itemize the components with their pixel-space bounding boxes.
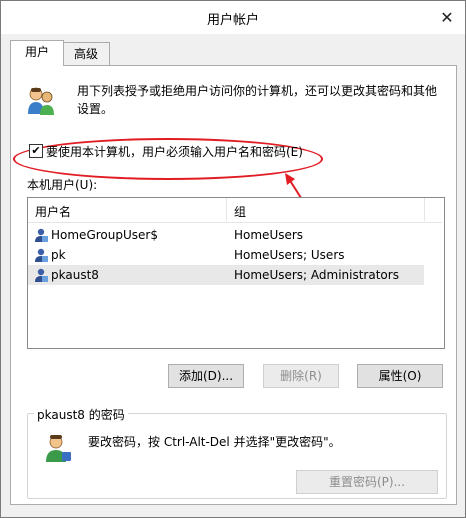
password-groupbox: pkaust8 的密码 要改密码，按 Ctrl-Alt-Del 并选择"更改密码… (27, 406, 447, 499)
title-bar: 用户帐户 ✕ (1, 1, 465, 34)
table-row[interactable]: HomeGroupUser$ HomeUsers (28, 225, 424, 245)
user-icon (35, 248, 48, 262)
password-groupbox-title: pkaust8 的密码 (34, 406, 128, 423)
user-password-icon (46, 435, 71, 462)
remove-user-button[interactable]: 删除(R) (263, 364, 339, 388)
close-icon: ✕ (440, 7, 454, 27)
tab-users[interactable]: 用户 (10, 40, 64, 66)
row-username: pkaust8 (51, 268, 99, 282)
user-accounts-window: 用户帐户 ✕ 用户 高级 用下列表授予或拒绝用户访问你的计算机，还可以更改其密码… (0, 0, 466, 518)
column-header-username[interactable]: 用户名 (35, 203, 71, 220)
user-icon (35, 228, 48, 242)
reset-password-button[interactable]: 重置密码(P)... (296, 470, 438, 494)
table-row[interactable]: pk HomeUsers; Users (28, 245, 424, 265)
row-group: HomeUsers; Administrators (234, 268, 399, 282)
column-divider (424, 198, 425, 221)
users-tab-panel: 用下列表授予或拒绝用户访问你的计算机，还可以更改其密码和其他设置。 ✔ 要使用本… (10, 65, 457, 505)
password-instructions: 要改密码，按 Ctrl-Alt-Del 并选择"更改密码"。 (88, 435, 341, 449)
require-login-row[interactable]: ✔ 要使用本计算机，用户必须输入用户名和密码(E) (29, 143, 303, 159)
table-row[interactable]: pkaust8 HomeUsers; Administrators (28, 265, 424, 285)
column-divider (226, 198, 227, 221)
require-login-label: 要使用本计算机，用户必须输入用户名和密码(E) (46, 144, 303, 159)
tab-advanced[interactable]: 高级 (62, 42, 110, 66)
intro-text: 用下列表授予或拒绝用户访问你的计算机，还可以更改其密码和其他设置。 (77, 84, 438, 116)
close-button[interactable]: ✕ (435, 6, 459, 28)
user-icon (35, 268, 48, 282)
local-users-label: 本机用户(U): (27, 178, 98, 192)
window-title: 用户帐户 (206, 13, 259, 28)
users-listview[interactable]: 用户名 组 HomeGroupUser$ HomeUsers pk HomeUs… (27, 197, 445, 349)
checkmark-icon: ✔ (31, 144, 41, 157)
list-header: 用户名 组 (28, 198, 442, 223)
properties-button[interactable]: 属性(O) (357, 364, 443, 388)
row-group: HomeUsers; Users (234, 248, 345, 262)
column-header-group[interactable]: 组 (234, 203, 246, 220)
row-username: pk (51, 248, 66, 262)
row-username: HomeGroupUser$ (51, 228, 158, 242)
add-user-button[interactable]: 添加(D)... (168, 364, 244, 388)
require-login-checkbox[interactable]: ✔ (29, 144, 43, 158)
row-group: HomeUsers (234, 228, 304, 242)
users-icon (28, 87, 54, 115)
